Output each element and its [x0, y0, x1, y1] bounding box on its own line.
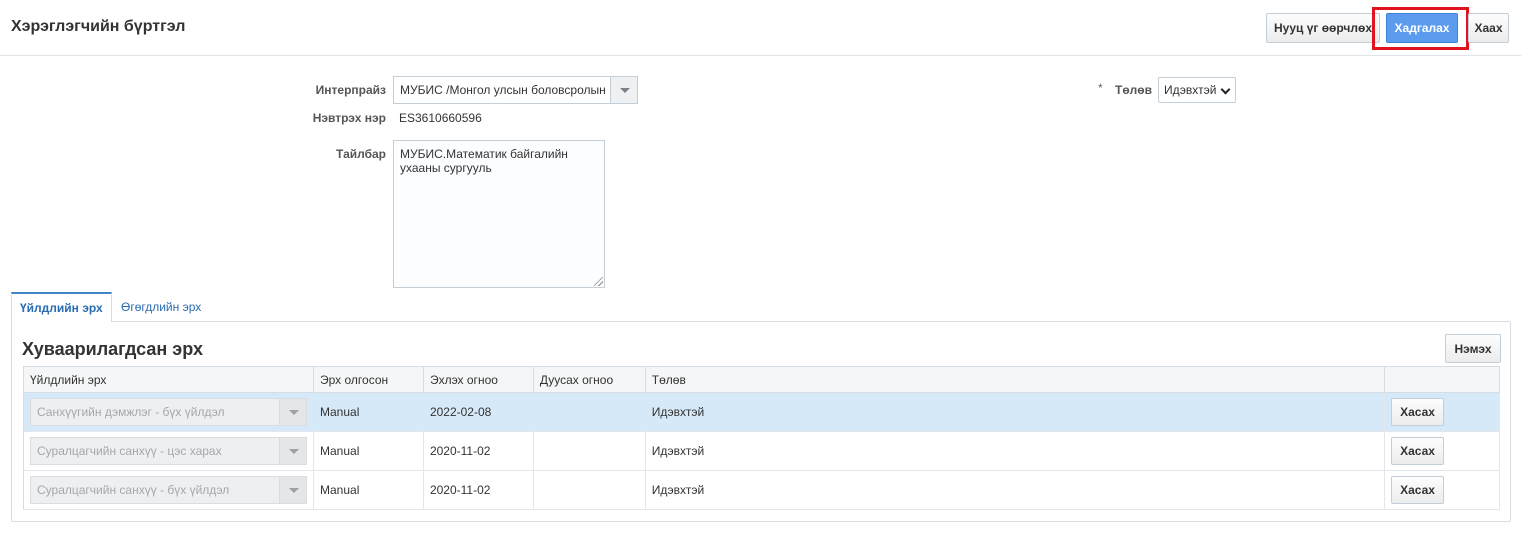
table-row[interactable]: Суралцагчийн санхүү - цэс харах Manual 2…	[23, 431, 1500, 471]
chevron-down-icon	[279, 477, 306, 503]
column-header[interactable]: Үйлдлийн эрх	[23, 366, 314, 393]
column-header[interactable]: Эрх олгосон	[313, 366, 424, 393]
permission-value: Санхүүгийн дэмжлэг - бүх үйлдэл	[37, 405, 225, 419]
permissions-table: Үйлдлийн эрх Эрх олгосон Эхлэх огноо Дуу…	[23, 366, 1500, 510]
column-header[interactable]: Дуусах огноо	[533, 366, 646, 393]
remove-button[interactable]: Хасах	[1391, 437, 1445, 465]
column-header[interactable]: Төлөв	[645, 366, 1386, 393]
permission-combo: Суралцагчийн санхүү - цэс харах	[30, 437, 307, 465]
status-select-value: Идэвхтэй	[1164, 83, 1217, 97]
permission-value: Суралцагчийн санхүү - цэс харах	[37, 444, 222, 458]
end-date-cell	[533, 470, 646, 510]
status-cell: Идэвхтэй	[645, 392, 1386, 432]
start-date-cell: 2022-02-08	[423, 392, 534, 432]
enterprise-value: МУБИС /Монгол улсын боловсролын	[400, 83, 606, 97]
username-label: Нэвтрэх нэр	[312, 111, 386, 125]
start-date-cell: 2020-11-02	[423, 431, 534, 471]
remove-button[interactable]: Хасах	[1391, 476, 1445, 504]
page-title: Хэрэглэгчийн бүртгэл	[11, 18, 186, 35]
column-header[interactable]: Эхлэх огноо	[423, 366, 534, 393]
description-textarea[interactable]: МУБИС.Математик байгалийн ухааны сургуул…	[393, 140, 605, 288]
save-button[interactable]: Хадгалах	[1386, 13, 1458, 43]
enterprise-label: Интерпрайз	[315, 83, 386, 97]
permission-combo: Суралцагчийн санхүү - бүх үйлдэл	[30, 476, 307, 504]
table-header-row: Үйлдлийн эрх Эрх олгосон Эхлэх огноо Дуу…	[23, 366, 1500, 393]
username-value: ES3610660596	[399, 111, 482, 125]
status-select[interactable]: Идэвхтэй	[1158, 77, 1236, 103]
end-date-cell	[533, 431, 646, 471]
end-date-cell	[533, 392, 646, 432]
add-button[interactable]: Нэмэх	[1445, 334, 1501, 363]
table-row[interactable]: Санхүүгийн дэмжлэг - бүх үйлдэл Manual 2…	[23, 392, 1500, 432]
tab-function-permissions[interactable]: Үйлдлийн эрх	[11, 292, 112, 322]
description-label: Тайлбар	[336, 147, 386, 161]
section-title: Хуваарилагдсан эрх	[22, 339, 203, 359]
close-button[interactable]: Хаах	[1468, 13, 1509, 43]
chevron-down-icon	[1220, 84, 1231, 95]
remove-button[interactable]: Хасах	[1391, 398, 1445, 426]
chevron-down-icon[interactable]	[610, 77, 637, 103]
enterprise-combo[interactable]: МУБИС /Монгол улсын боловсролын	[393, 76, 638, 104]
table-row[interactable]: Суралцагчийн санхүү - бүх үйлдэл Manual …	[23, 470, 1500, 510]
resize-grip-icon[interactable]	[594, 277, 603, 286]
status-cell: Идэвхтэй	[645, 470, 1386, 510]
description-text: МУБИС.Математик байгалийн ухааны сургуул…	[400, 147, 568, 175]
permission-value: Суралцагчийн санхүү - бүх үйлдэл	[37, 483, 230, 497]
status-label: Төлөв	[1115, 83, 1152, 97]
granted-cell: Manual	[313, 392, 424, 432]
chevron-down-icon	[279, 399, 306, 425]
tab-data-permissions[interactable]: Өгөгдлийн эрх	[113, 292, 209, 322]
status-cell: Идэвхтэй	[645, 431, 1386, 471]
permission-combo: Санхүүгийн дэмжлэг - бүх үйлдэл	[30, 398, 307, 426]
start-date-cell: 2020-11-02	[423, 470, 534, 510]
change-password-button[interactable]: Нууц үг өөрчлөх	[1266, 13, 1380, 43]
chevron-down-icon	[279, 438, 306, 464]
granted-cell: Manual	[313, 431, 424, 471]
assigned-permissions-panel: Хуваарилагдсан эрх Нэмэх Үйлдлийн эрх Эр…	[11, 321, 1511, 522]
page-header: Хэрэглэгчийн бүртгэл Нууц үг өөрчлөх Хад…	[0, 0, 1521, 56]
column-header	[1384, 366, 1500, 393]
granted-cell: Manual	[313, 470, 424, 510]
